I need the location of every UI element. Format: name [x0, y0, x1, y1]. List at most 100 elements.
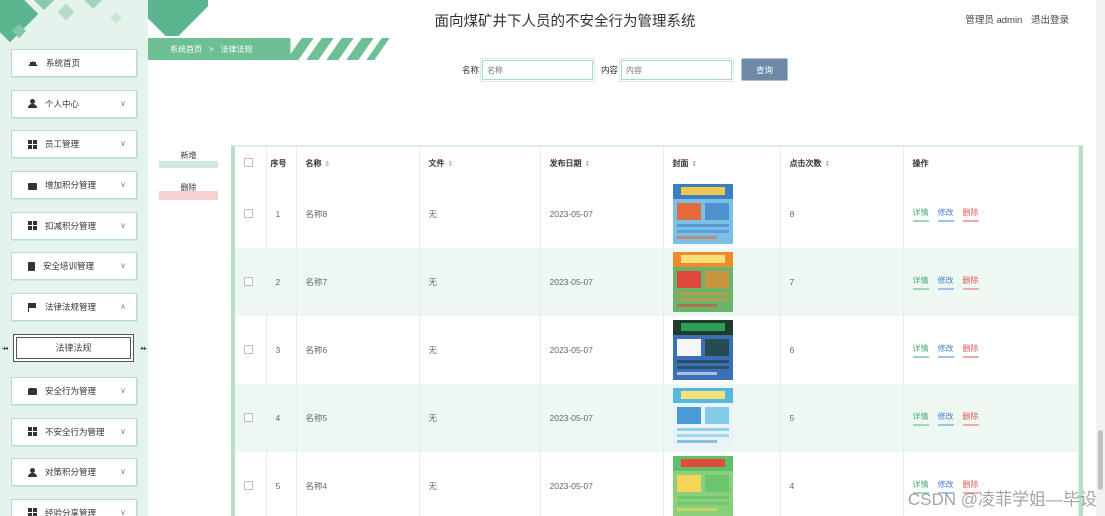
- row-date: 2023-05-07: [540, 248, 664, 316]
- select-all-header[interactable]: [235, 147, 267, 180]
- detail-link[interactable]: 详情: [912, 411, 929, 426]
- sort-icon[interactable]: ⇕: [325, 161, 331, 168]
- sidebar-item-label: 不安全行为管理: [45, 426, 105, 437]
- delete-link[interactable]: 删除: [962, 411, 979, 426]
- row-index: 1: [266, 180, 297, 248]
- select-all-checkbox[interactable]: [244, 158, 253, 167]
- row-cover: [663, 248, 781, 316]
- add-button[interactable]: 新增: [159, 148, 218, 168]
- flag-icon: [28, 302, 37, 312]
- date-header[interactable]: 发布日期 ⇕: [540, 147, 664, 180]
- table-header-row: 序号 名称 ⇕ 文件 ⇕ 发布日期 ⇕ 封面 ⇕ 点击次数 ⇕ 操作: [235, 147, 1079, 180]
- index-header: 序号: [266, 147, 297, 180]
- row-clicks: 7: [780, 248, 904, 316]
- delete-link[interactable]: 删除: [962, 207, 979, 222]
- chevron-icon: ∨: [120, 507, 126, 516]
- breadcrumb-stripes: [286, 38, 400, 60]
- sidebar-item-label: 安全行为管理: [45, 385, 97, 396]
- cover-image[interactable]: [672, 252, 733, 312]
- row-checkbox[interactable]: [244, 344, 253, 354]
- sidebar-decoration: [0, 0, 148, 48]
- sort-icon[interactable]: ⇕: [448, 161, 454, 168]
- cover-header[interactable]: 封面 ⇕: [663, 147, 781, 180]
- user-icon: [28, 99, 37, 109]
- table-row: 2 名称7 无 2023-05-07 7 详情 修改 删除: [235, 248, 1079, 316]
- edit-link[interactable]: 修改: [937, 343, 954, 358]
- user-name[interactable]: 管理员 admin: [965, 15, 1022, 26]
- row-file: 无: [419, 248, 541, 316]
- row-select-cell[interactable]: [235, 248, 267, 316]
- sidebar-item[interactable]: 不安全行为管理 ∨: [11, 417, 137, 446]
- detail-link[interactable]: 详情: [912, 343, 929, 358]
- watermark: CSDN @凌菲学姐—毕设: [907, 490, 1097, 509]
- row-checkbox[interactable]: [244, 276, 253, 286]
- page-scrollbar[interactable]: [1096, 0, 1105, 516]
- detail-link[interactable]: 详情: [912, 275, 929, 290]
- ops-header: 操作: [903, 147, 1079, 180]
- chevron-icon: ∨: [120, 220, 126, 230]
- row-date: 2023-05-07: [540, 180, 664, 248]
- sidebar-item[interactable]: 对策积分管理 ∨: [11, 458, 137, 487]
- edit-link[interactable]: 修改: [937, 275, 954, 290]
- breadcrumb-home[interactable]: 系统首页: [170, 44, 202, 55]
- name-input[interactable]: [480, 58, 596, 82]
- chevron-icon: ∨: [120, 261, 126, 271]
- chevron-icon: ∨: [120, 98, 126, 108]
- row-select-cell[interactable]: [235, 316, 267, 384]
- user-bar: 管理员 admin 退出登录: [959, 12, 1069, 26]
- breadcrumb-separator: >: [209, 44, 214, 54]
- sort-icon[interactable]: ⇕: [692, 161, 698, 168]
- delete-link[interactable]: 删除: [962, 343, 979, 358]
- delete-button[interactable]: 删除: [159, 180, 218, 200]
- clipboard-icon: [28, 261, 35, 271]
- sort-icon[interactable]: ⇕: [585, 161, 591, 168]
- sidebar-item-label: 个人中心: [45, 98, 80, 109]
- sidebar-item[interactable]: 安全行为管理 ∨: [11, 376, 137, 405]
- sidebar-item[interactable]: 扣减积分管理 ∨: [11, 211, 137, 240]
- row-file: 无: [419, 180, 541, 248]
- edit-link[interactable]: 修改: [937, 411, 954, 426]
- sidebar-item[interactable]: 经验分享管理 ∨: [11, 498, 137, 516]
- delete-link[interactable]: 删除: [962, 275, 979, 290]
- row-name: 名称5: [296, 384, 420, 452]
- sidebar-item[interactable]: 个人中心 ∨: [11, 89, 137, 118]
- edit-link[interactable]: 修改: [937, 207, 954, 222]
- scrollbar-thumb[interactable]: [1098, 430, 1103, 490]
- cover-image[interactable]: [672, 456, 733, 516]
- cover-image[interactable]: [672, 320, 733, 380]
- row-actions: 详情 修改 删除: [903, 316, 1079, 384]
- row-checkbox[interactable]: [244, 480, 253, 490]
- sidebar-item-label: 增加积分管理: [45, 180, 97, 191]
- row-checkbox[interactable]: [244, 412, 253, 422]
- content-input[interactable]: [619, 58, 735, 82]
- name-header[interactable]: 名称 ⇕: [296, 147, 420, 180]
- chevron-icon: ∨: [120, 467, 126, 477]
- sidebar-item-label: 安全培训管理: [43, 261, 95, 272]
- sidebar-subitem-laws[interactable]: ⇸ 法律法规 ⇷: [2, 333, 147, 362]
- clicks-header[interactable]: 点击次数 ⇕: [780, 147, 904, 180]
- logout-link[interactable]: 退出登录: [1031, 15, 1069, 26]
- row-clicks: 5: [780, 384, 904, 452]
- row-select-cell[interactable]: [235, 384, 267, 452]
- sidebar-item[interactable]: 法律法规管理 ∧: [11, 293, 137, 322]
- sidebar-subitem-label: 法律法规: [55, 343, 92, 354]
- search-button[interactable]: 查询: [741, 58, 788, 81]
- sort-icon[interactable]: ⇕: [825, 161, 831, 168]
- row-checkbox[interactable]: [244, 208, 253, 218]
- sidebar-item[interactable]: 系统首页: [11, 49, 137, 77]
- detail-link[interactable]: 详情: [912, 207, 929, 222]
- sidebar-item[interactable]: 安全培训管理 ∨: [11, 252, 137, 281]
- sidebar-item[interactable]: 员工管理 ∨: [11, 130, 137, 159]
- file-header[interactable]: 文件 ⇕: [419, 147, 541, 180]
- grid-icon: [28, 427, 37, 436]
- row-cover: [663, 452, 781, 516]
- row-actions: 详情 修改 删除: [903, 180, 1079, 248]
- row-clicks: 4: [780, 452, 904, 516]
- sidebar-item[interactable]: 增加积分管理 ∨: [11, 171, 137, 200]
- cover-image[interactable]: [672, 388, 733, 448]
- row-select-cell[interactable]: [235, 452, 267, 516]
- row-select-cell[interactable]: [235, 180, 267, 248]
- home-icon: [28, 57, 38, 66]
- cover-image[interactable]: [672, 184, 733, 244]
- row-clicks: 6: [780, 316, 904, 384]
